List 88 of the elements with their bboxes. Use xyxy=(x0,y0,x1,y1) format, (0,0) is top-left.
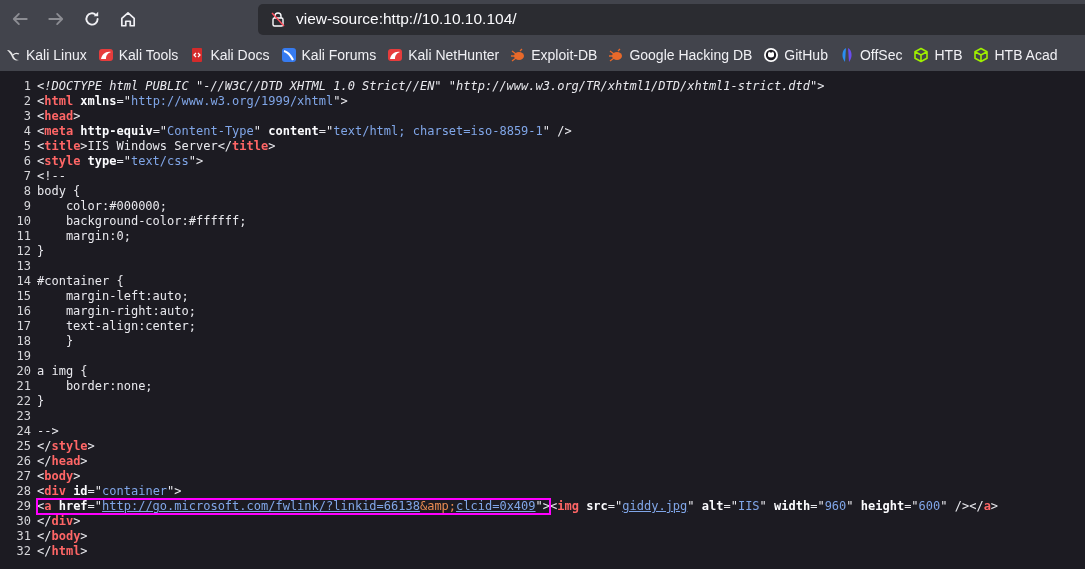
line-number: 22 xyxy=(15,394,32,409)
bug-icon xyxy=(608,46,625,63)
address-bar[interactable]: view-source:http://10.10.10.104/ xyxy=(258,3,1085,35)
code-line: <img src="giddy.jpg" alt="IIS" width="960" height="600" /></a> xyxy=(550,499,999,514)
line-number: 17 xyxy=(15,319,32,334)
code-line: <style type="text/css"> xyxy=(37,154,204,169)
code-line: <html xmlns="http://www.w3.org/1999/xhtml"> xyxy=(37,94,348,109)
line-number: 21 xyxy=(15,379,32,394)
line-number: 19 xyxy=(15,349,32,364)
line-number: 12 xyxy=(15,244,32,259)
code-line: </body> xyxy=(37,529,88,544)
code-line: <body> xyxy=(37,469,81,484)
home-icon xyxy=(119,10,137,28)
code-line: margin-right:auto; xyxy=(64,304,196,319)
code-line: </head> xyxy=(37,454,88,469)
line-number: 15 xyxy=(15,289,32,304)
line-number: 3 xyxy=(22,109,32,124)
code-line: </div> xyxy=(37,514,81,529)
line-number: 27 xyxy=(15,469,32,484)
line-number: 6 xyxy=(22,154,32,169)
code-line: <div id="container"> xyxy=(37,484,182,499)
kali-icon xyxy=(97,46,114,63)
line-number: 10 xyxy=(15,214,32,229)
line-number: 20 xyxy=(15,364,32,379)
code-line: margin-left:auto; xyxy=(64,289,189,304)
line-number: 8 xyxy=(22,184,32,199)
github-icon xyxy=(763,46,780,63)
line-number: 9 xyxy=(22,199,32,214)
bug-icon xyxy=(510,46,527,63)
line-number: 11 xyxy=(15,229,32,244)
code-line: text-align:center; xyxy=(64,319,196,334)
code-line: </style> xyxy=(37,439,95,454)
code-line: color:#000000; xyxy=(64,199,168,214)
bookmark[interactable]: Kali Forums xyxy=(280,46,377,63)
bookmark[interactable]: HTB xyxy=(913,46,963,63)
code-line: <!-- xyxy=(37,169,66,184)
cube-icon xyxy=(913,46,930,63)
highlighted-code: <a href="http://go.microsoft.com/fwlink/?linkid=66138&amp;clcid=0x409"> xyxy=(37,499,550,514)
line-number: 30 xyxy=(15,514,32,529)
code-line: <meta http-equiv="Content-Type" content="text/html; charset=iso-8859-1" /> xyxy=(37,124,572,139)
bookmark[interactable]: Kali NetHunter xyxy=(387,46,500,63)
line-number: 4 xyxy=(22,124,32,139)
back-icon xyxy=(11,10,29,28)
code-line: <head> xyxy=(37,109,81,124)
code-line: } xyxy=(37,394,45,409)
code-line: a img { xyxy=(37,364,88,379)
line-number: 1 xyxy=(22,79,32,94)
line-number: 31 xyxy=(15,529,32,544)
line-number: 14 xyxy=(15,274,32,289)
line-number: 26 xyxy=(15,454,32,469)
line-number: 32 xyxy=(15,544,32,559)
bookmark[interactable]: Kali Tools xyxy=(97,46,179,63)
bookmark[interactable]: Google Hacking DB xyxy=(608,46,753,63)
insecure-lock-icon xyxy=(270,11,286,27)
code-line: #container { xyxy=(37,274,124,289)
reload-icon xyxy=(83,10,101,28)
bookmark[interactable]: Exploit-DB xyxy=(510,46,598,63)
bookmark[interactable]: Kali Docs xyxy=(189,46,270,63)
code-line: --> xyxy=(37,424,59,439)
bookmark[interactable]: Kali Linux xyxy=(5,46,87,63)
code-line: } xyxy=(37,244,45,259)
line-number: 13 xyxy=(15,259,32,274)
code-line: body { xyxy=(37,184,81,199)
forward-icon xyxy=(47,10,65,28)
code-line: } xyxy=(64,334,74,349)
forum-icon xyxy=(280,46,297,63)
code-line: </html> xyxy=(37,544,88,559)
code-line: <!DOCTYPE html PUBLIC "-//W3C//DTD XHTML 1.0 Strict//EN" "http://www.w3.org/TR/xhtml1/DTD/xhtml1-strict.dtd"> xyxy=(37,79,825,94)
line-number: 23 xyxy=(15,409,32,424)
bookmark[interactable]: HTB Acad xyxy=(973,46,1058,63)
code-line: border:none; xyxy=(64,379,153,394)
cube-icon xyxy=(973,46,990,63)
line-number: 2 xyxy=(22,94,32,109)
line-number: 28 xyxy=(15,484,32,499)
code-line: margin:0; xyxy=(64,229,131,244)
line-number: 25 xyxy=(15,439,32,454)
line-number: 29 xyxy=(15,499,32,514)
code-line: <title>IIS Windows Server</title> xyxy=(37,139,276,154)
line-number: 7 xyxy=(22,169,32,184)
code-line: background-color:#ffffff; xyxy=(64,214,247,229)
kali-icon xyxy=(387,46,404,63)
line-number: 18 xyxy=(15,334,32,349)
bookmark[interactable]: OffSec xyxy=(838,46,903,63)
line-number: 5 xyxy=(22,139,32,154)
line-number: 16 xyxy=(15,304,32,319)
bookmark[interactable]: GitHub xyxy=(763,46,828,63)
url-text: view-source:http://10.10.10.104/ xyxy=(296,10,517,28)
line-number: 24 xyxy=(15,424,32,439)
